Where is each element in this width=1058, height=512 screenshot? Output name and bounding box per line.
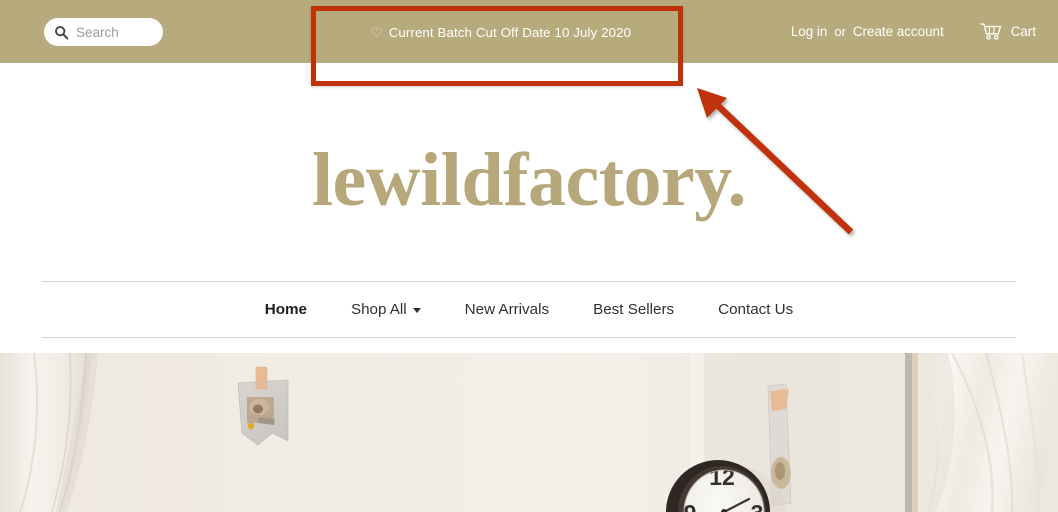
- search-icon: [55, 25, 69, 39]
- promo-text: Current Batch Cut Off Date 10 July 2020: [388, 24, 632, 40]
- nav-divider-bottom: [42, 337, 1016, 338]
- nav-item-contact-us[interactable]: Contact Us: [696, 301, 815, 318]
- nav-label: Best Sellers: [593, 300, 675, 318]
- nav-label: New Arrivals: [464, 300, 550, 318]
- nav-item-home[interactable]: Home: [243, 301, 329, 318]
- nav-item-shop-all[interactable]: Shop All: [329, 301, 443, 318]
- nav-item-best-sellers[interactable]: Best Sellers: [571, 301, 696, 318]
- search-box[interactable]: [44, 18, 163, 46]
- promo-banner: ♡ Current Batch Cut Off Date 10 July 202…: [318, 22, 684, 42]
- cart-link[interactable]: Cart: [979, 23, 1036, 40]
- chevron-down-icon: [412, 307, 421, 313]
- svg-text:3: 3: [751, 500, 764, 512]
- create-account-link[interactable]: Create account: [853, 24, 944, 39]
- hero-photo: 12 3 9 6: [0, 353, 1058, 512]
- nav-item-new-arrivals[interactable]: New Arrivals: [443, 301, 571, 318]
- top-bar: ♡ Current Batch Cut Off Date 10 July 202…: [0, 0, 1058, 63]
- page-root: ♡ Current Batch Cut Off Date 10 July 202…: [0, 0, 1058, 512]
- site-logo[interactable]: lewildfactory.: [0, 132, 1058, 228]
- hero-banner-image[interactable]: 12 3 9 6: [0, 353, 1058, 512]
- account-or-label: or: [834, 24, 846, 39]
- account-area: Log in or Create account Cart: [791, 0, 1036, 63]
- cart-label: Cart: [1010, 24, 1036, 39]
- main-navigation: Home Shop All New Arrivals Best Sellers …: [0, 281, 1058, 337]
- nav-label: Shop All: [350, 300, 407, 318]
- nav-label: Contact Us: [718, 300, 794, 318]
- heart-icon: ♡: [370, 24, 383, 40]
- shopping-cart-icon: [979, 23, 1001, 40]
- svg-text:12: 12: [709, 464, 735, 490]
- search-input[interactable]: [76, 24, 158, 40]
- nav-label: Home: [264, 300, 307, 318]
- login-link[interactable]: Log in: [791, 24, 827, 39]
